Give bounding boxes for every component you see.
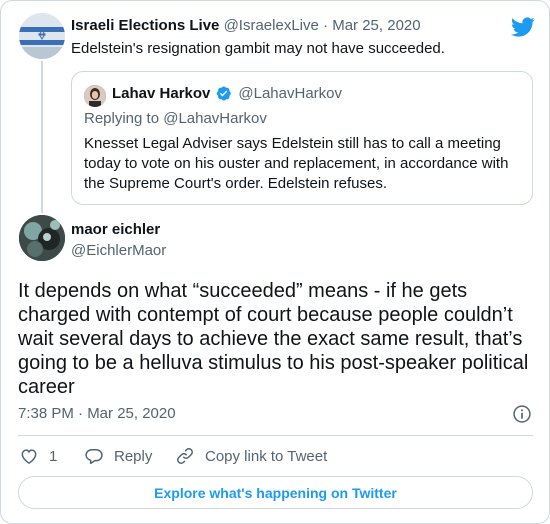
parent-date[interactable]: Mar 25, 2020: [332, 17, 420, 34]
parent-separator: ·: [323, 17, 329, 34]
parent-tweet-text: Edelstein's resignation gambit may not h…: [71, 40, 445, 57]
twitter-logo-icon[interactable]: [511, 15, 535, 39]
main-tweet-text: It depends on what “succeeded” means - i…: [18, 280, 529, 398]
divider: [18, 435, 533, 436]
parent-avatar[interactable]: [19, 13, 65, 59]
quoted-replying-to[interactable]: Replying to @LahavHarkov: [84, 110, 267, 127]
explore-button[interactable]: Explore what's happening on Twitter: [18, 476, 533, 509]
parent-author-handle[interactable]: @IsraelexLive: [224, 17, 319, 34]
main-author-handle[interactable]: @EichlerMaor: [71, 242, 166, 259]
copy-link-label: Copy link to Tweet: [205, 447, 328, 465]
main-avatar[interactable]: [19, 215, 65, 261]
quoted-author-name[interactable]: Lahav Harkov: [112, 85, 210, 102]
quoted-tweet-text: Knesset Legal Adviser says Edelstein sti…: [84, 135, 509, 192]
reply-action[interactable]: Reply: [84, 446, 152, 466]
like-count: 1: [49, 447, 58, 465]
main-author-name[interactable]: maor eichler: [71, 221, 160, 238]
tweet-card: Israeli Elections Live @IsraelexLive · M…: [0, 0, 550, 524]
reply-icon: [85, 449, 103, 465]
heart-icon: [21, 449, 37, 464]
tweet-timestamp[interactable]: 7:38 PM · Mar 25, 2020: [18, 405, 176, 422]
copy-link-action[interactable]: Copy link to Tweet: [175, 446, 327, 466]
link-icon: [177, 448, 193, 464]
verified-badge-icon: [217, 86, 232, 101]
parent-author-name[interactable]: Israeli Elections Live: [71, 17, 219, 34]
quoted-tweet[interactable]: Lahav Harkov @LahavHarkov Replying to @L…: [71, 71, 533, 205]
info-icon[interactable]: [512, 404, 532, 424]
quoted-avatar[interactable]: [84, 85, 106, 107]
reply-label: Reply: [114, 447, 153, 465]
thread-line: [41, 61, 43, 213]
like-action[interactable]: 1: [19, 446, 57, 466]
quoted-header: Lahav Harkov @LahavHarkov: [112, 85, 342, 102]
quoted-author-handle[interactable]: @LahavHarkov: [238, 85, 342, 102]
parent-header: Israeli Elections Live @IsraelexLive · M…: [71, 17, 421, 34]
